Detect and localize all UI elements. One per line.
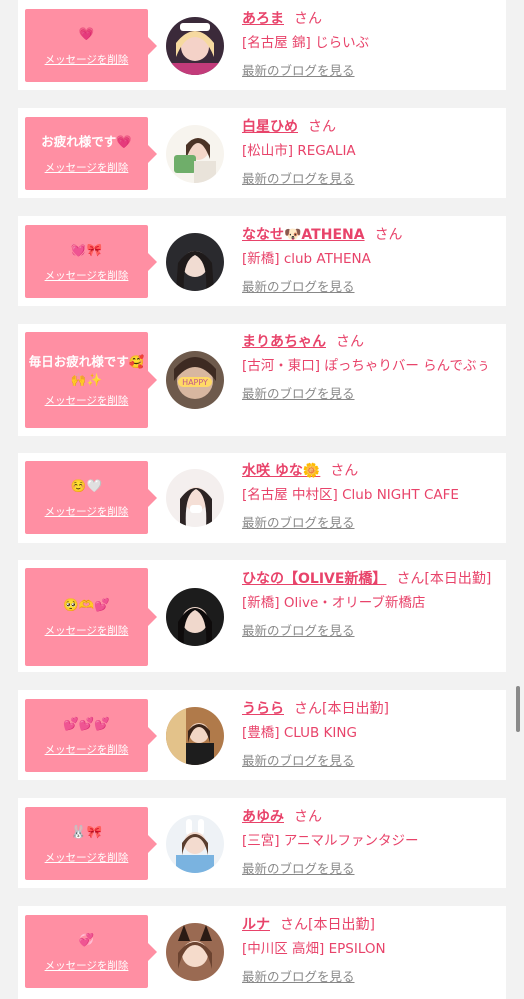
delete-message-link[interactable]: メッセージを削除 (45, 744, 129, 757)
message-card: ☺️🤍 メッセージを削除 水咲 ゆな🌼 さん [名古屋 中村区] Club NIG… (18, 453, 506, 543)
message-card: 💗 メッセージを削除 あろま さん [名古屋 錦] じらいぶ 最新のブログを見る (18, 0, 506, 90)
shop-name: [松山市] REGALIA (242, 143, 356, 159)
cast-info: 水咲 ゆな🌼 さん [名古屋 中村区] Club NIGHT CAFE 最新のブロ… (242, 460, 498, 531)
shop-name: [豊橋] CLUB KING (242, 725, 357, 741)
avatar[interactable] (166, 815, 224, 873)
message-card: お疲れ様です💗 メッセージを削除 白星ひめ さん [松山市] REGALIA 最新… (18, 108, 506, 198)
honorific: さん (294, 809, 322, 825)
honorific: さん (308, 119, 336, 135)
shop-name: [新橋] Olive・オリーブ新橋店 (242, 595, 426, 611)
cast-name-link[interactable]: まりあちゃん (242, 334, 326, 350)
delete-message-link[interactable]: メッセージを削除 (45, 960, 129, 973)
shop-name: [名古屋 中村区] Club NIGHT CAFE (242, 487, 459, 503)
cast-info: うらら さん[本日出勤] [豊橋] CLUB KING 最新のブログを見る (242, 698, 498, 769)
cast-name-link[interactable]: 白星ひめ (242, 119, 298, 135)
message-text: 💕💕💕 (63, 715, 110, 731)
scrollbar-thumb[interactable] (516, 686, 520, 732)
message-card: 🐰🎀 メッセージを削除 あゆみ さん [三宮] アニマルファンタジー 最新のブログ… (18, 798, 506, 888)
cast-info: 白星ひめ さん [松山市] REGALIA 最新のブログを見る (242, 116, 498, 187)
delete-message-link[interactable]: メッセージを削除 (45, 270, 129, 283)
shop-name: [新橋] club ATHENA (242, 251, 371, 267)
avatar[interactable] (166, 125, 224, 183)
honorific: さん (294, 11, 322, 27)
cast-name-link[interactable]: ひなの【OLIVE新橋】 (242, 571, 386, 587)
message-bubble: 💞 メッセージを削除 (25, 915, 157, 988)
message-bubble: 🐰🎀 メッセージを削除 (25, 807, 157, 880)
svg-text:HAPPY: HAPPY (182, 378, 208, 387)
avatar[interactable] (166, 707, 224, 765)
message-bubble: 💓🎀 メッセージを削除 (25, 225, 157, 298)
cast-info: ななせ🐶ATHENA さん [新橋] club ATHENA 最新のブログを見る (242, 224, 498, 295)
cast-name-link[interactable]: ななせ🐶ATHENA (242, 227, 365, 243)
latest-blog-link[interactable]: 最新のブログを見る (242, 386, 498, 402)
latest-blog-link[interactable]: 最新のブログを見る (242, 623, 498, 639)
avatar[interactable] (166, 233, 224, 291)
message-text: 毎日お疲れ様です🥰🙌✨ (28, 353, 145, 387)
delete-message-link[interactable]: メッセージを削除 (45, 54, 129, 67)
latest-blog-link[interactable]: 最新のブログを見る (242, 969, 498, 985)
message-bubble: お疲れ様です💗 メッセージを削除 (25, 117, 157, 190)
message-card: 💓🎀 メッセージを削除 ななせ🐶ATHENA さん [新橋] club ATHEN… (18, 216, 506, 306)
delete-message-link[interactable]: メッセージを削除 (45, 162, 129, 175)
message-bubble: 💗 メッセージを削除 (25, 9, 157, 82)
shop-name: [三宮] アニマルファンタジー (242, 833, 419, 849)
honorific: さん[本日出勤] (280, 917, 375, 933)
honorific: さん[本日出勤] (396, 571, 492, 587)
latest-blog-link[interactable]: 最新のブログを見る (242, 753, 498, 769)
honorific: さん[本日出勤] (294, 701, 389, 717)
message-card: 🥺🫶💕 メッセージを削除 ひなの【OLIVE新橋】 さん[本日出勤] [新橋] O… (18, 560, 506, 672)
avatar[interactable] (166, 588, 224, 646)
message-bubble: 🥺🫶💕 メッセージを削除 (25, 568, 157, 666)
message-text: 🥺🫶💕 (63, 597, 110, 612)
message-text: 💓🎀 (70, 241, 103, 257)
message-bubble: 💕💕💕 メッセージを削除 (25, 699, 157, 772)
latest-blog-link[interactable]: 最新のブログを見る (242, 279, 498, 295)
message-text: ☺️🤍 (70, 477, 103, 493)
avatar[interactable]: HAPPY (166, 351, 224, 409)
cast-info: ひなの【OLIVE新橋】 さん[本日出勤] [新橋] Olive・オリーブ新橋店 … (242, 568, 498, 639)
honorific: さん (336, 334, 364, 350)
shop-name: [中川区 高畑] EPSILON (242, 941, 386, 957)
message-card: 💕💕💕 メッセージを削除 うらら さん[本日出勤] [豊橋] CLUB KING … (18, 690, 506, 780)
cast-info: あゆみ さん [三宮] アニマルファンタジー 最新のブログを見る (242, 806, 498, 877)
delete-message-link[interactable]: メッセージを削除 (45, 852, 129, 865)
latest-blog-link[interactable]: 最新のブログを見る (242, 515, 498, 531)
message-card: 💞 メッセージを削除 ルナ さん[本日出勤] [中川区 高畑] EPSILON 最… (18, 906, 506, 999)
avatar[interactable] (166, 17, 224, 75)
shop-name: [名古屋 錦] じらいぶ (242, 35, 370, 51)
message-text: 💞 (78, 931, 95, 947)
honorific: さん (374, 227, 403, 243)
cast-name-link[interactable]: あろま (242, 11, 284, 27)
latest-blog-link[interactable]: 最新のブログを見る (242, 861, 498, 877)
latest-blog-link[interactable]: 最新のブログを見る (242, 171, 498, 187)
cast-info: まりあちゃん さん [古河・東口] ぽっちゃりバー らんでぶぅ 最新のブログを見る (242, 331, 498, 402)
delete-message-link[interactable]: メッセージを削除 (45, 395, 129, 408)
cast-info: ルナ さん[本日出勤] [中川区 高畑] EPSILON 最新のブログを見る (242, 914, 498, 985)
cast-name-link[interactable]: うらら (242, 701, 284, 717)
delete-message-link[interactable]: メッセージを削除 (45, 506, 129, 519)
cast-name-link[interactable]: ルナ (242, 917, 270, 933)
message-bubble: 毎日お疲れ様です🥰🙌✨ メッセージを削除 (25, 332, 157, 428)
honorific: さん (330, 463, 359, 479)
message-text: 🐰🎀 (70, 823, 103, 839)
avatar[interactable] (166, 923, 224, 981)
avatar[interactable] (166, 469, 224, 527)
message-text: 💗 (78, 25, 95, 41)
latest-blog-link[interactable]: 最新のブログを見る (242, 63, 498, 79)
shop-name: [古河・東口] ぽっちゃりバー らんでぶぅ (242, 358, 490, 374)
message-card: 毎日お疲れ様です🥰🙌✨ メッセージを削除 HAPPY まりあちゃん さん [古河・… (18, 324, 506, 436)
message-text: お疲れ様です💗 (41, 133, 132, 149)
cast-info: あろま さん [名古屋 錦] じらいぶ 最新のブログを見る (242, 8, 498, 79)
delete-message-link[interactable]: メッセージを削除 (45, 625, 129, 638)
cast-name-link[interactable]: 水咲 ゆな🌼 (242, 463, 320, 479)
message-bubble: ☺️🤍 メッセージを削除 (25, 461, 157, 534)
cast-name-link[interactable]: あゆみ (242, 809, 284, 825)
